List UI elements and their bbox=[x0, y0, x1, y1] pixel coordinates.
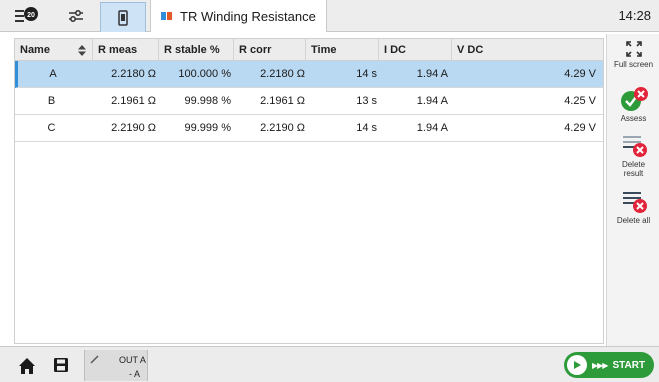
delete-all-button[interactable]: Delete all bbox=[607, 188, 659, 225]
cell-name: A bbox=[49, 68, 57, 80]
sort-icon bbox=[78, 45, 86, 56]
column-label: I DC bbox=[384, 44, 406, 56]
table-header: Name R meas R stable % R corr Time I DC … bbox=[15, 39, 603, 61]
bottom-bar: OUT A - A ▶▶▶ START bbox=[0, 346, 659, 382]
start-label: START bbox=[612, 359, 646, 371]
column-header-r-meas[interactable]: R meas bbox=[93, 39, 159, 61]
delete-result-icon bbox=[622, 136, 647, 157]
start-button[interactable]: ▶▶▶ START bbox=[564, 352, 654, 378]
cell-name: B bbox=[47, 95, 56, 107]
assess-icon bbox=[620, 87, 648, 111]
cell-r-meas: 2.1961 Ω bbox=[111, 95, 156, 107]
cell-r-corr: 2.2180 Ω bbox=[260, 68, 305, 80]
assess-label: Assess bbox=[620, 114, 647, 123]
full-screen-label: Full screen bbox=[613, 60, 654, 69]
output-selector[interactable]: OUT A - A bbox=[84, 350, 148, 381]
notification-count: 20 bbox=[27, 12, 35, 19]
save-icon[interactable] bbox=[53, 357, 69, 373]
device-button[interactable] bbox=[100, 2, 146, 32]
cell-i-dc: 1.94 A bbox=[416, 95, 448, 107]
column-header-i-dc[interactable]: I DC bbox=[379, 39, 452, 61]
cell-r-corr: 2.1961 Ω bbox=[260, 95, 305, 107]
menu-notification-icon: 20 bbox=[15, 7, 38, 22]
column-header-time[interactable]: Time bbox=[306, 39, 379, 61]
side-panel: Full screen Assess Delete result Delete … bbox=[606, 34, 659, 346]
assess-button[interactable]: Assess bbox=[607, 86, 659, 123]
column-header-r-stable[interactable]: R stable % bbox=[159, 39, 234, 61]
cell-v-dc: 4.25 V bbox=[564, 95, 596, 107]
cell-i-dc: 1.94 A bbox=[416, 122, 448, 134]
cell-r-stable: 99.999 % bbox=[184, 122, 231, 134]
output-label: OUT A bbox=[119, 355, 146, 365]
table-row[interactable]: A 2.2180 Ω 100.000 % 2.2180 Ω 14 s 1.94 … bbox=[15, 61, 603, 88]
cell-v-dc: 4.29 V bbox=[564, 68, 596, 80]
cell-time: 13 s bbox=[356, 95, 377, 107]
settings-button[interactable] bbox=[56, 3, 96, 29]
table-row[interactable]: B 2.1961 Ω 99.998 % 2.1961 Ω 13 s 1.94 A… bbox=[15, 88, 603, 115]
column-label: Time bbox=[311, 44, 337, 56]
column-label: R stable % bbox=[164, 44, 220, 56]
delete-all-label: Delete all bbox=[616, 216, 651, 225]
output-value: - A bbox=[129, 369, 141, 379]
column-label: V DC bbox=[457, 44, 484, 56]
sliders-icon bbox=[69, 10, 83, 22]
cell-v-dc: 4.29 V bbox=[564, 122, 596, 134]
cell-r-stable: 100.000 % bbox=[178, 68, 231, 80]
top-bar: 20 TR Winding Resistance 14:28 bbox=[0, 0, 659, 32]
delete-result-label-1: Delete bbox=[621, 160, 646, 169]
cell-name: C bbox=[47, 122, 56, 134]
home-icon[interactable] bbox=[18, 357, 36, 375]
cell-r-meas: 2.2190 Ω bbox=[111, 122, 156, 134]
column-header-name[interactable]: Name bbox=[15, 39, 93, 61]
cell-time: 14 s bbox=[356, 122, 377, 134]
test-module-icon bbox=[161, 12, 172, 20]
tab-tr-winding-resistance[interactable]: TR Winding Resistance bbox=[150, 0, 327, 32]
tab-title: TR Winding Resistance bbox=[180, 8, 316, 24]
table-row[interactable]: C 2.2190 Ω 99.999 % 2.2190 Ω 14 s 1.94 A… bbox=[15, 115, 603, 142]
cell-r-corr: 2.2190 Ω bbox=[260, 122, 305, 134]
results-table: Name R meas R stable % R corr Time I DC … bbox=[14, 38, 604, 344]
play-icon bbox=[567, 355, 587, 375]
column-header-v-dc[interactable]: V DC bbox=[452, 39, 603, 61]
arrows-icon: ▶▶▶ bbox=[592, 360, 609, 370]
edit-icon bbox=[90, 355, 99, 364]
delete-result-label-2: result bbox=[623, 169, 644, 178]
table-body: A 2.2180 Ω 100.000 % 2.2180 Ω 14 s 1.94 … bbox=[15, 61, 603, 142]
expand-icon bbox=[625, 41, 642, 57]
cell-time: 14 s bbox=[356, 68, 377, 80]
column-label: R corr bbox=[239, 44, 272, 56]
clock: 14:28 bbox=[618, 8, 651, 23]
delete-all-icon bbox=[622, 192, 647, 213]
cell-i-dc: 1.94 A bbox=[416, 68, 448, 80]
menu-button[interactable]: 20 bbox=[8, 3, 48, 29]
column-header-r-corr[interactable]: R corr bbox=[234, 39, 306, 61]
full-screen-button[interactable]: Full screen bbox=[607, 40, 659, 69]
delete-result-button[interactable]: Delete result bbox=[607, 132, 659, 178]
cell-r-stable: 99.998 % bbox=[184, 95, 231, 107]
column-label: Name bbox=[20, 44, 50, 56]
cell-r-meas: 2.2180 Ω bbox=[111, 68, 156, 80]
device-icon bbox=[118, 9, 128, 26]
column-label: R meas bbox=[98, 44, 138, 56]
